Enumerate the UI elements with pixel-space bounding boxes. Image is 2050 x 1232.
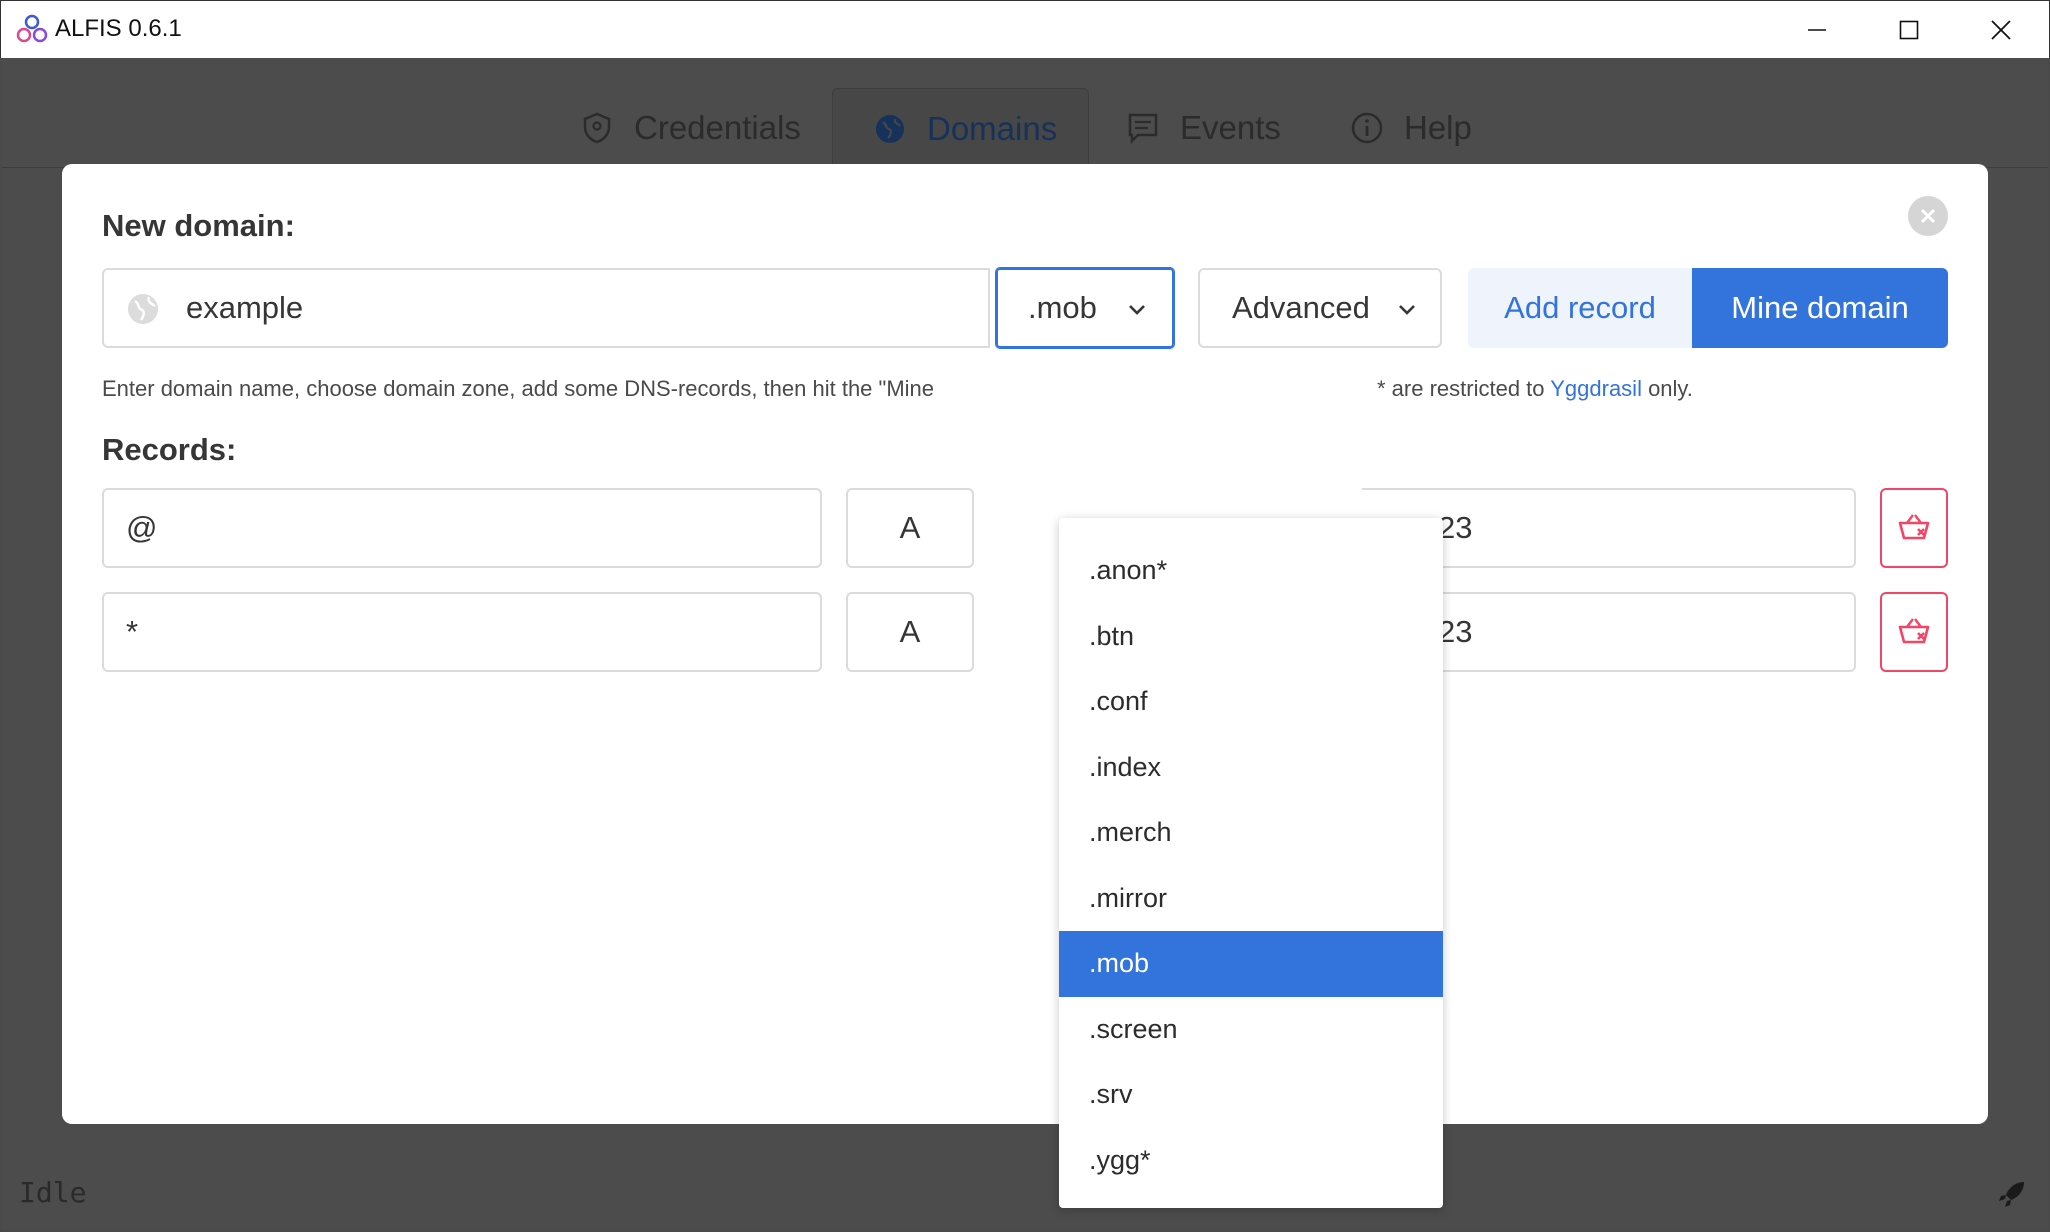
close-icon [1991, 20, 2011, 40]
record-name-value: @ [126, 510, 158, 545]
zone-option[interactable]: .mirror [1059, 866, 1443, 932]
record-type-value: A [899, 614, 921, 649]
record-data-value: 23 [1438, 614, 1473, 649]
record-data-value: 23 [1438, 510, 1473, 545]
globe-icon [128, 294, 158, 324]
records-title: Records: [102, 432, 237, 467]
domain-name-input[interactable]: example [102, 268, 990, 348]
basket-remove-icon [1898, 618, 1930, 644]
zone-option[interactable]: .index [1059, 735, 1443, 801]
zone-option-selected[interactable]: .mob [1059, 931, 1443, 997]
tab-events[interactable]: Events [1126, 88, 1281, 168]
zone-option[interactable]: .ygg* [1059, 1128, 1443, 1194]
yggdrasil-link[interactable]: Yggdrasil [1550, 376, 1642, 401]
zone-select[interactable]: .mob [996, 268, 1174, 348]
tab-help[interactable]: Help [1350, 88, 1472, 168]
alfis-logo-icon [16, 14, 48, 43]
zone-option[interactable]: .merch [1059, 800, 1443, 866]
mine-domain-button[interactable]: Mine domain [1692, 268, 1948, 348]
zone-dropdown-list: .anon* .btn .conf .index .merch .mirror … [1059, 518, 1443, 1208]
tab-credentials[interactable]: Credentials [580, 88, 801, 168]
zone-option[interactable]: .anon* [1059, 538, 1443, 604]
record-name-input[interactable]: * [102, 592, 822, 672]
modal-close-button[interactable] [1908, 196, 1948, 236]
tab-credentials-label: Credentials [634, 109, 801, 146]
status-bar: Idle [2, 1166, 2048, 1230]
zone-option[interactable]: .srv [1059, 1062, 1443, 1128]
tab-domains[interactable]: Domains [832, 88, 1089, 168]
record-type-value: A [899, 510, 921, 545]
zone-option[interactable]: .screen [1059, 997, 1443, 1063]
delete-record-button[interactable] [1880, 488, 1948, 568]
advanced-label: Advanced [1232, 290, 1370, 325]
record-type-select[interactable]: A [846, 592, 974, 672]
help-text-right: * are restricted to Yggdrasil only. [1377, 376, 1693, 402]
info-icon [1351, 112, 1383, 144]
globe-icon [876, 114, 904, 143]
chevron-down-icon [1129, 305, 1145, 315]
record-name-input[interactable]: @ [102, 488, 822, 568]
chat-icon [1128, 113, 1158, 145]
window-title: ALFIS 0.6.1 [55, 15, 182, 42]
status-text: Idle [19, 1176, 87, 1209]
rocket-icon [1999, 1182, 2024, 1207]
minimize-button[interactable] [1771, 1, 1863, 59]
record-name-value: * [126, 614, 139, 649]
basket-remove-icon [1898, 514, 1930, 540]
delete-record-button[interactable] [1880, 592, 1948, 672]
modal-title: New domain: [102, 208, 295, 243]
record-type-select[interactable]: A [846, 488, 974, 568]
tab-help-label: Help [1404, 109, 1472, 146]
advanced-select[interactable]: Advanced [1198, 268, 1442, 348]
tab-events-label: Events [1180, 109, 1281, 146]
maximize-icon [1899, 20, 1919, 40]
help-text-suffix: only. [1641, 376, 1693, 401]
zone-option[interactable]: .conf [1059, 669, 1443, 735]
new-domain-modal: New domain: example .mob Advanced Add re… [62, 164, 1988, 1208]
close-window-button[interactable] [1955, 1, 2047, 59]
maximize-button[interactable] [1863, 1, 1955, 59]
zone-selected-value: .mob [1028, 290, 1097, 325]
shield-icon [583, 112, 611, 144]
tab-domains-label: Domains [927, 109, 1058, 147]
minimize-icon [1808, 29, 1826, 31]
domain-name-value: example [186, 290, 304, 325]
add-record-button[interactable]: Add record [1468, 268, 1692, 348]
help-text-left: Enter domain name, choose domain zone, a… [102, 376, 935, 401]
window-titlebar: ALFIS 0.6.1 [0, 0, 2050, 58]
zone-option[interactable]: .btn [1059, 604, 1443, 670]
chevron-down-icon [1399, 305, 1415, 315]
close-icon [1920, 208, 1936, 224]
tab-bar: Credentials Domains Events Help [2, 58, 2048, 168]
help-text-prefix: * are restricted to [1377, 376, 1551, 401]
